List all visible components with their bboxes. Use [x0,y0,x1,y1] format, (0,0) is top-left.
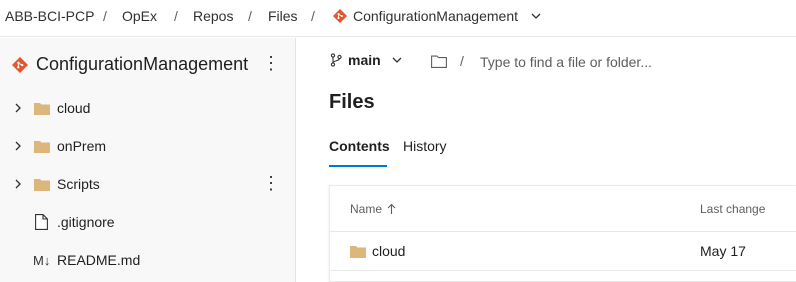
chevron-right-icon[interactable] [13,103,23,113]
file-icon [35,214,48,230]
active-tab-indicator [329,165,387,167]
files-table: Name Last change cloud May 17 [329,185,796,282]
column-header-name[interactable]: Name [350,202,396,216]
breadcrumb: ABB-BCI-PCP / OpEx / Repos / Files / Con… [0,0,796,37]
branch-name: main [348,52,381,68]
file-name: cloud [372,243,406,259]
tree-item-onprem[interactable]: onPrem [0,127,296,165]
breadcrumb-org[interactable]: ABB-BCI-PCP [5,8,94,24]
tree-item-more-button[interactable]: ⋮ [262,174,280,192]
breadcrumb-repo-selector[interactable]: ConfigurationManagement [333,8,542,24]
file-tree-pane: ConfigurationManagement ⋮ cloud onPrem S… [0,38,296,282]
tree-item-gitignore[interactable]: .gitignore [0,203,296,241]
column-header-last-change[interactable]: Last change [700,202,765,216]
chevron-right-icon[interactable] [13,141,23,151]
tree-item-readme[interactable]: M↓ README.md [0,241,296,279]
repo-name: ConfigurationManagement [36,54,249,74]
repo-more-button[interactable]: ⋮ [262,54,280,72]
tree-item-label: Scripts [57,176,100,192]
tree-item-label: .gitignore [57,214,115,230]
branch-icon [330,53,342,67]
git-diamond-icon [12,56,28,73]
folder-outline-icon[interactable] [431,55,447,68]
tree-item-scripts[interactable]: Scripts ⋮ [0,165,296,203]
git-diamond-icon [333,9,347,23]
table-row[interactable]: cloud May 17 [330,232,796,270]
folder-icon [34,140,50,153]
path-separator: / [460,53,464,69]
tree-item-cloud[interactable]: cloud [0,89,296,127]
breadcrumb-separator: / [248,8,252,24]
tab-history[interactable]: History [403,138,447,154]
breadcrumb-repo-label: ConfigurationManagement [353,8,518,24]
column-header-label: Last change [700,202,766,216]
branch-selector[interactable]: main [330,52,403,68]
page-title: Files [329,91,375,113]
tree-item-label: cloud [57,100,91,116]
tab-contents[interactable]: Contents [329,138,390,154]
chevron-down-icon [392,57,402,63]
chevron-right-icon[interactable] [13,179,23,189]
folder-icon [34,102,50,115]
folder-icon [350,245,366,258]
divider [330,270,796,271]
breadcrumb-separator: / [174,8,178,24]
repo-title: ConfigurationManagement [12,54,248,75]
folder-icon [34,178,50,191]
column-header-label: Name [350,202,383,216]
last-change-cell: May 17 [700,243,746,259]
file-name-cell[interactable]: cloud [350,243,405,259]
breadcrumb-separator: / [103,8,107,24]
breadcrumb-files[interactable]: Files [268,8,298,24]
path-search-input[interactable] [480,50,780,74]
chevron-down-icon [531,13,541,19]
breadcrumb-separator: / [311,8,315,24]
tree-item-label: onPrem [57,138,107,154]
tree-item-label: README.md [57,252,141,268]
markdown-icon: M↓ [33,252,51,268]
breadcrumb-project[interactable]: OpEx [122,8,157,24]
breadcrumb-repos[interactable]: Repos [193,8,233,24]
arrow-up-icon [387,203,396,214]
